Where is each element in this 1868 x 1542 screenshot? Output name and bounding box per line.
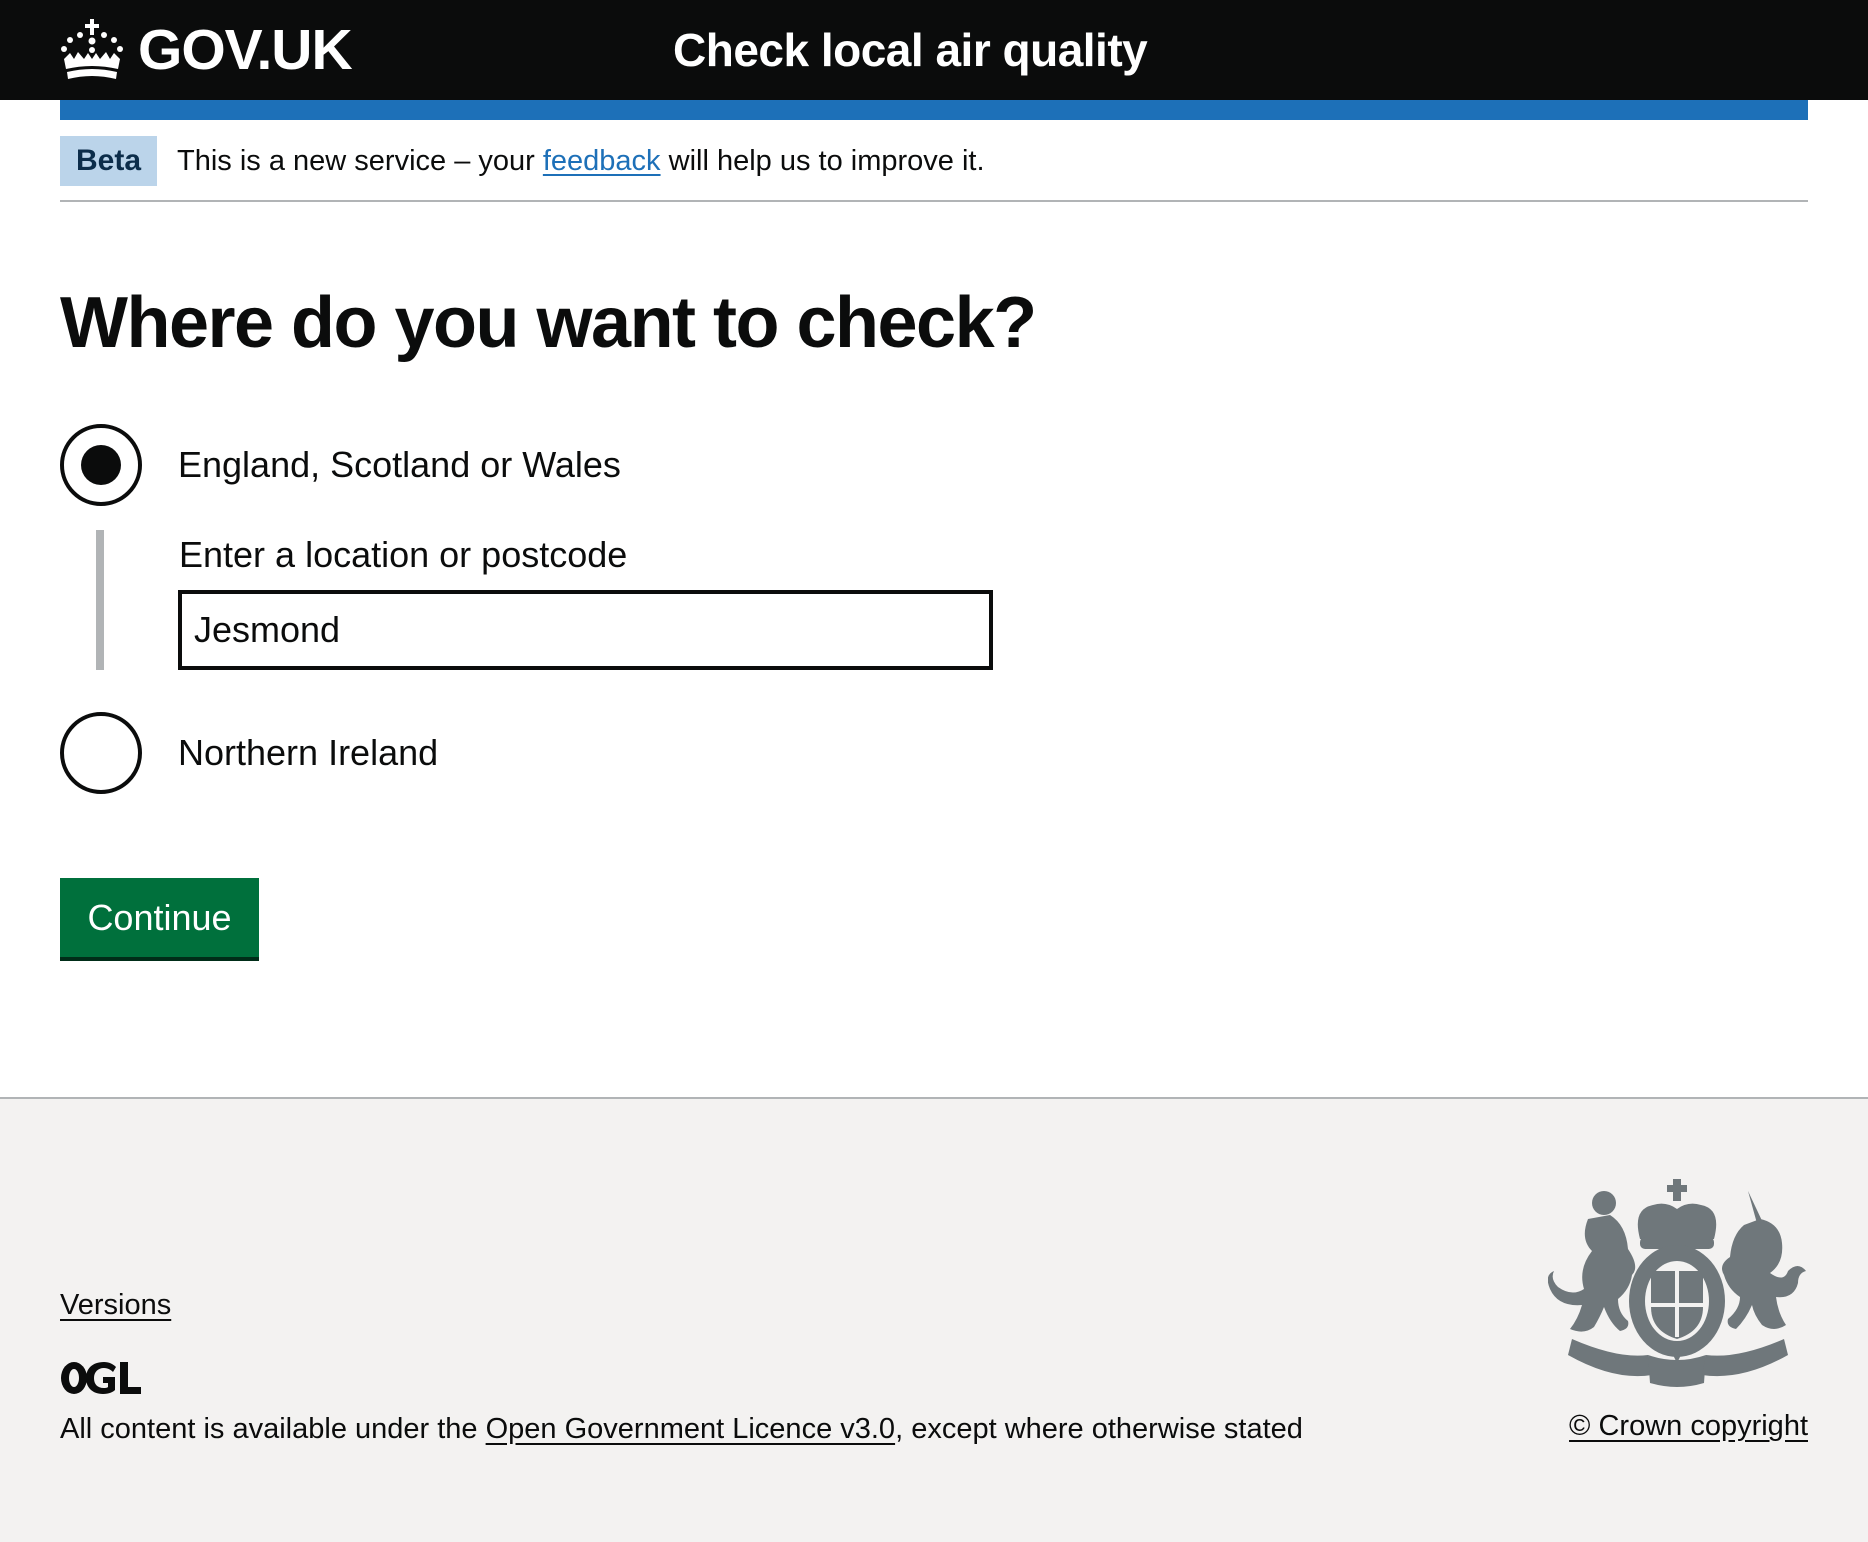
page-title: Where do you want to check? xyxy=(60,283,1037,363)
logo-text: GOV.UK xyxy=(138,17,353,82)
phase-text-before: This is a new service – your xyxy=(177,145,543,177)
crown-icon xyxy=(61,19,123,79)
location-input[interactable] xyxy=(178,590,993,670)
phase-text-after: will help us to improve it. xyxy=(660,145,985,177)
govuk-logo-link[interactable]: GOV.UK xyxy=(60,14,353,86)
royal-coat-of-arms-icon xyxy=(1548,1179,1806,1387)
licence-text: All content is available under the Open … xyxy=(60,1409,1303,1449)
radio-label: England, Scotland or Wales xyxy=(178,444,621,485)
radio-selected-dot xyxy=(81,445,121,485)
site-header: GOV.UK Check local air quality xyxy=(0,0,1868,100)
radio-england-scotland-wales[interactable]: England, Scotland or Wales xyxy=(60,424,960,506)
crown-copyright-link[interactable]: © Crown copyright xyxy=(1569,1406,1808,1446)
feedback-link[interactable]: feedback xyxy=(543,145,661,177)
conditional-reveal-border xyxy=(96,530,104,670)
versions-link[interactable]: Versions xyxy=(60,1285,171,1325)
open-government-licence-link[interactable]: Open Government Licence v3.0 xyxy=(486,1413,895,1445)
site-footer: Versions All content is available under … xyxy=(0,1097,1868,1542)
phase-banner: Beta This is a new service – your feedba… xyxy=(60,136,1808,202)
beta-tag: Beta xyxy=(60,136,157,186)
radio-label: Northern Ireland xyxy=(178,732,439,773)
phase-banner-text: This is a new service – your feedback wi… xyxy=(177,136,985,186)
licence-text-after: , except where otherwise stated xyxy=(895,1413,1303,1445)
radio-northern-ireland[interactable]: Northern Ireland xyxy=(60,712,960,794)
location-input-label: Enter a location or postcode xyxy=(179,534,628,575)
continue-button[interactable]: Continue xyxy=(60,878,259,957)
licence-text-before: All content is available under the xyxy=(60,1413,486,1445)
header-blue-bar xyxy=(60,100,1808,120)
service-name-link[interactable]: Check local air quality xyxy=(673,22,1148,78)
radio-button-unselected[interactable] xyxy=(60,712,142,794)
radio-button-selected[interactable] xyxy=(60,424,142,506)
ogl-logo-icon xyxy=(61,1362,141,1394)
